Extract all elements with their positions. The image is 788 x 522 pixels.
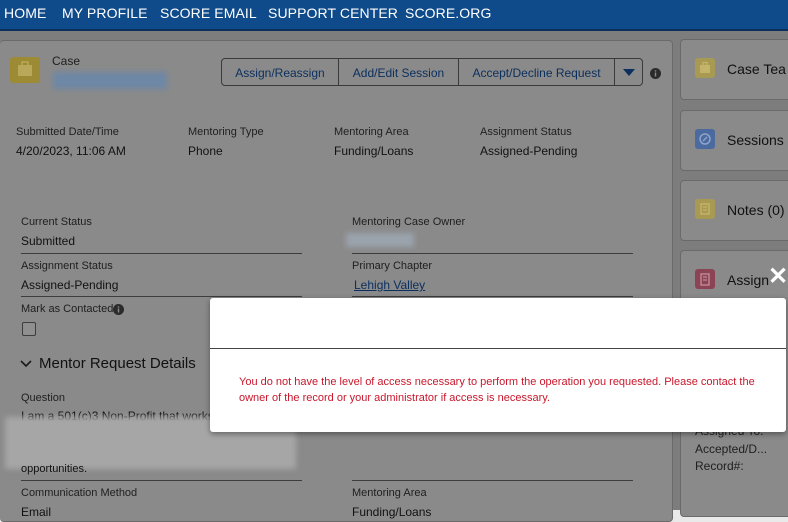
nav-support-center[interactable]: SUPPORT CENTER [268,5,398,21]
case-title-redacted [53,72,167,89]
chevron-down-icon [622,69,635,76]
info-icon[interactable] [113,304,124,315]
divider [21,480,302,481]
case-owner-label: Mentoring Case Owner [352,216,466,228]
submitted-value: 4/20/2023, 11:06 AM [16,144,126,158]
divider [21,253,302,254]
divider [352,296,633,297]
primary-chapter-label: Primary Chapter [352,260,433,272]
mentoring-area-detail-label: Mentoring Area [352,487,427,499]
notes-icon [695,199,715,219]
modal-header-divider [210,348,786,349]
close-icon[interactable]: ✕ [768,265,788,289]
nav-score-org[interactable]: SCORE.ORG [405,5,491,21]
question-tail: opportunities. [21,463,88,475]
section-title[interactable]: Mentor Request Details [39,355,196,372]
mentoring-type-label: Mentoring Type [188,126,264,138]
case-owner-redacted [346,233,414,247]
accept-decline-request-button[interactable]: Accept/Decline Request [458,58,615,86]
object-label: Case [52,54,81,68]
accepted-label: Accepted/D... [695,442,768,456]
nav-home[interactable]: HOME [4,5,46,21]
error-modal: You do not have the level of access nece… [210,298,786,432]
nav-score-email[interactable]: SCORE EMAIL [160,5,257,21]
current-status-value: Submitted [21,234,76,248]
communication-method-label: Communication Method [21,487,138,499]
assign-title[interactable]: Assign [727,272,769,288]
communication-method-value: Email [21,505,52,519]
mark-contacted-checkbox[interactable] [22,322,36,336]
question-label: Question [21,392,66,404]
divider [352,253,633,254]
case-icon [10,57,40,83]
submitted-label: Submitted Date/Time [16,126,119,138]
notes-title[interactable]: Notes (0) [727,202,785,218]
case-team-icon [695,58,715,78]
mark-contacted-label: Mark as Contacted [21,303,114,315]
assignment-status-label: Assignment Status [480,126,572,138]
sessions-icon [695,129,715,149]
current-status-label: Current Status [21,216,92,228]
nav-my-profile[interactable]: MY PROFILE [62,5,148,21]
assignment-status-detail-label: Assignment Status [21,260,113,272]
record-label: Record#: [695,459,744,473]
info-icon[interactable] [650,68,661,79]
mentoring-area-value: Funding/Loans [334,144,414,158]
divider [21,296,302,297]
assignment-status-detail-value: Assigned-Pending [21,278,119,292]
sessions-title[interactable]: Sessions [727,132,784,148]
more-actions-button[interactable] [614,58,643,86]
mentoring-area-label: Mentoring Area [334,126,409,138]
error-message: You do not have the level of access nece… [239,376,755,404]
top-nav: HOME MY PROFILE SCORE EMAIL SUPPORT CENT… [0,0,788,31]
primary-chapter-link[interactable]: Lehigh Valley [354,278,425,292]
mentoring-type-value: Phone [188,144,223,158]
chevron-down-icon[interactable] [20,359,32,369]
divider [352,480,633,481]
add-edit-session-button[interactable]: Add/Edit Session [338,58,459,86]
mentoring-area-detail-value: Funding/Loans [352,505,432,519]
case-team-title[interactable]: Case Tea [727,61,786,77]
assign-reassign-button[interactable]: Assign/Reassign [221,58,339,86]
assign-icon [695,269,715,289]
assignment-status-value: Assigned-Pending [480,144,578,158]
